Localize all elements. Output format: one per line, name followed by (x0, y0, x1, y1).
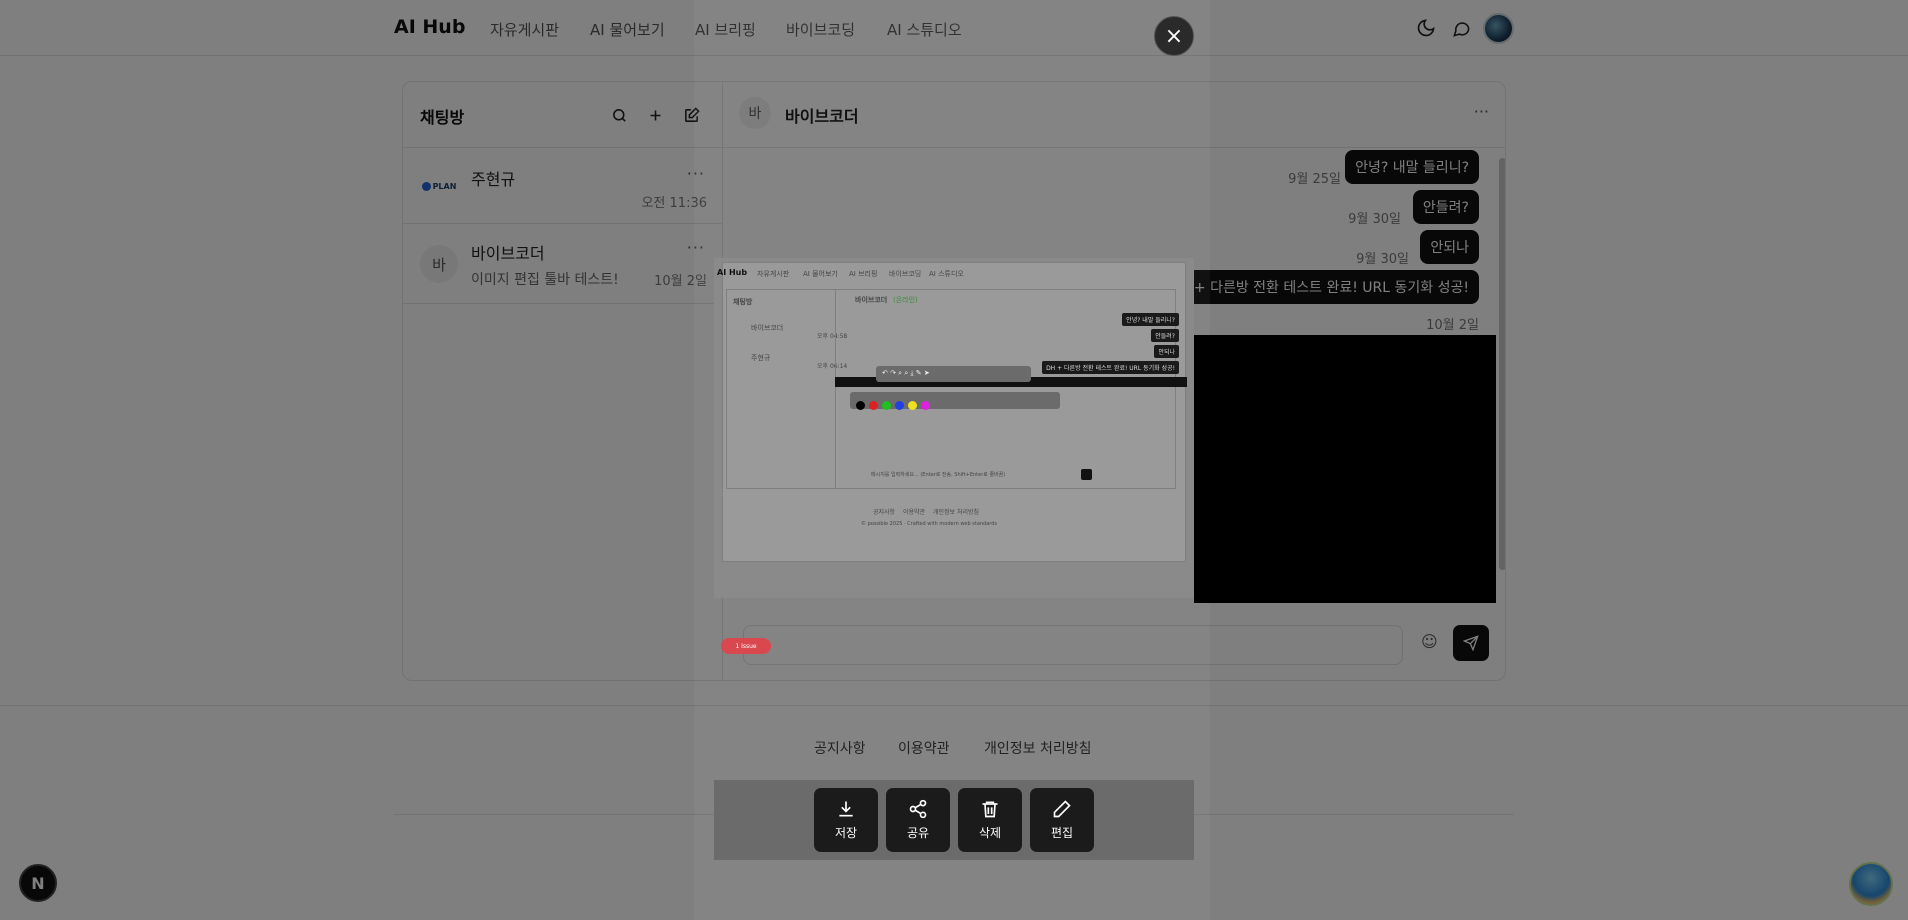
color-green-icon (882, 401, 891, 410)
edit-label: 편집 (1050, 826, 1074, 840)
color-magenta-icon (921, 401, 930, 410)
image-bubble: DH + 다른방 전환 테스트 완료! URL 동기화 성공! (1042, 361, 1179, 374)
image-nav: AI 스튜디오 (929, 270, 964, 278)
image-room-name: 주현규 (751, 354, 771, 362)
share-icon (909, 799, 927, 819)
color-red-icon (869, 401, 878, 410)
viewed-image: AI Hub 자유게시판 AI 물어보기 AI 브리핑 바이브코딩 AI 스튜디… (714, 258, 1194, 598)
image-footer-link: 이용약관 (903, 509, 926, 516)
image-page-frame: AI Hub 자유게시판 AI 물어보기 AI 브리핑 바이브코딩 AI 스튜디… (717, 262, 1187, 562)
color-yellow-icon (908, 401, 917, 410)
share-label: 공유 (906, 826, 930, 840)
image-chat-title: 바이브코더 (855, 296, 888, 304)
save-button[interactable]: 저장 (814, 788, 878, 852)
image-divider (835, 289, 836, 489)
image-nav: AI 브리핑 (849, 270, 878, 278)
image-chat-card (726, 289, 1176, 489)
image-bubble: 안녕? 내말 들리니? (1122, 313, 1179, 326)
edit-button[interactable]: 편집 (1030, 788, 1094, 852)
color-black-icon (856, 401, 865, 410)
download-icon (839, 801, 853, 817)
pen-icon (1053, 800, 1071, 818)
share-button[interactable]: 공유 (886, 788, 950, 852)
image-nav: AI 물어보기 (803, 270, 838, 278)
image-copyright: © possible 2025 · Crafted with modern we… (861, 521, 998, 527)
color-blue-icon (895, 401, 904, 410)
undo-icon: ↶ ↷ ⌕ ⌕ ⤓ ✎ ➤ (882, 369, 930, 377)
color-palette (854, 395, 932, 414)
image-send-icon (1081, 469, 1092, 480)
image-chat-status: (온라인) (893, 296, 918, 304)
image-color-toolbar (850, 392, 1060, 410)
image-footer-link: 개인정보 처리방침 (933, 509, 980, 516)
image-logo: AI Hub (717, 268, 748, 277)
image-dark-region (1194, 335, 1496, 603)
image-nav: 바이브코딩 (889, 270, 922, 278)
image-room-time: 오후 04:58 (817, 333, 848, 340)
trash-icon (982, 801, 998, 818)
save-label: 저장 (834, 826, 858, 840)
image-nav: 자유게시판 (757, 270, 790, 278)
image-room-name: 바이브코더 (751, 324, 784, 332)
image-edit-toolbar: ↶ ↷ ⌕ ⌕ ⤓ ✎ ➤ (876, 366, 1031, 382)
image-bubble: 안들려? (1151, 329, 1179, 342)
viewer-action-bar (714, 780, 1194, 860)
delete-label: 삭제 (978, 826, 1002, 840)
image-footer-link: 공지사항 (873, 509, 896, 516)
issue-badge[interactable]: 1 Issue (721, 638, 771, 654)
image-bubble: 안되나 (1154, 345, 1179, 358)
image-room-time: 오후 06:14 (817, 363, 848, 370)
image-input-placeholder: 메시지를 입력하세요... (Enter로 전송, Shift+Enter로 줄… (871, 472, 1006, 478)
delete-button[interactable]: 삭제 (958, 788, 1022, 852)
close-viewer-button[interactable]: × (1154, 16, 1194, 56)
image-side-title: 채팅방 (733, 298, 753, 306)
